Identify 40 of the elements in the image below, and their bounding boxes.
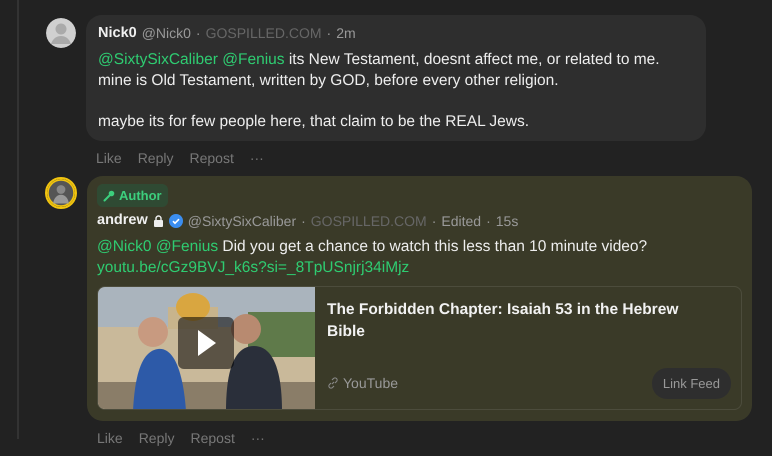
meta-text: · <box>432 212 436 231</box>
mention-link[interactable]: @SixtySixCaliber <box>98 50 218 68</box>
microphone-icon <box>103 190 115 202</box>
mention-link[interactable]: @Fenius <box>222 50 285 68</box>
url-link[interactable]: youtu.be/cGz9BVJ_k6s?si=_8TpUSnjrj34iMjz <box>97 259 410 276</box>
author-name[interactable]: andrew <box>97 210 148 232</box>
meta-text: · <box>301 212 306 231</box>
more-button[interactable]: ··· <box>250 150 264 167</box>
more-button[interactable]: ··· <box>250 430 265 447</box>
preview-title: The Forbidden Chapter: Isaiah 53 in the Hebrew Bible <box>327 300 680 342</box>
action-link[interactable]: Like <box>97 430 123 447</box>
author-handle[interactable]: @SixtySixCaliber <box>188 210 296 232</box>
action-link[interactable]: Repost <box>189 150 234 167</box>
site-label: GOSPILLED.COM <box>206 24 322 44</box>
avatar[interactable] <box>46 18 76 48</box>
site-label: GOSPILLED.COM <box>310 212 427 231</box>
comment-text: mine is Old Testament, written by GOD, before every other religion. <box>98 70 560 91</box>
meta-text: · <box>326 24 332 44</box>
comment-text: maybe its for few people here, that claim to be the REAL Jews. <box>98 112 530 132</box>
author-badge: Author <box>97 184 168 208</box>
mention-link[interactable]: @Fenius <box>156 238 218 255</box>
meta-text: 15s <box>496 212 518 231</box>
meta-text: 2m <box>336 24 356 44</box>
author-name[interactable]: Nick0 <box>98 23 137 45</box>
comment-text: @Nick0 @Fenius Did you get a chance to watch this less than 10 minute video? <box>97 237 648 257</box>
avatar[interactable] <box>45 176 77 209</box>
meta-text: · <box>486 212 491 231</box>
source-label: YouTube <box>343 374 398 393</box>
link-feed-button[interactable]: Link Feed <box>652 368 731 399</box>
action-link[interactable]: Repost <box>190 430 235 447</box>
link-icon <box>327 377 339 390</box>
author-handle[interactable]: @Nick0 <box>142 23 191 44</box>
mention-link[interactable]: @Nick0 <box>97 238 152 255</box>
meta-text: Edited <box>441 212 482 231</box>
meta-text: · <box>196 24 201 44</box>
link-preview-card[interactable]: The Forbidden Chapter: Isaiah 53 in the Hebrew Bible YouTube Link Feed <box>97 286 742 410</box>
comment-text: @SixtySixCaliber @Fenius its New Testament, doesnt affect me, or related to me. <box>98 50 661 70</box>
action-link[interactable]: Reply <box>138 150 174 167</box>
action-link[interactable]: Like <box>96 150 122 167</box>
action-link[interactable]: Reply <box>138 430 174 447</box>
